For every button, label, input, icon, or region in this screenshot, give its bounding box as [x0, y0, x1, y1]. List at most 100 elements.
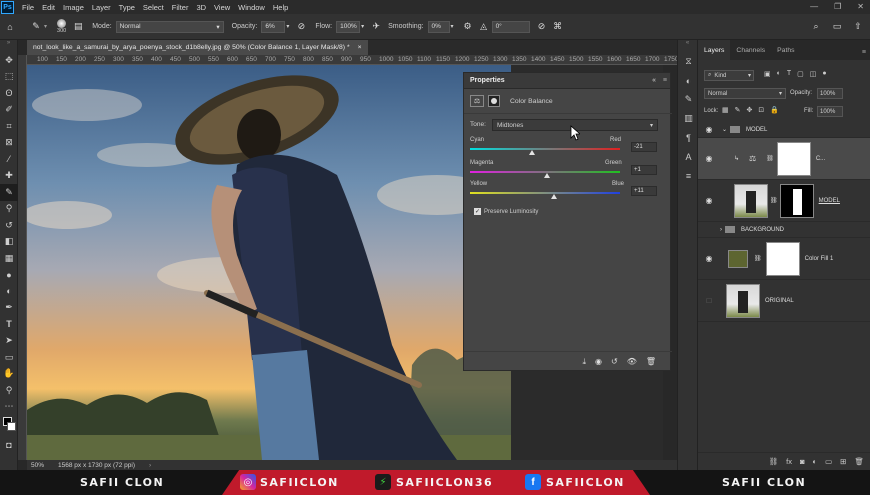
paragraph-icon[interactable]: ¶ — [678, 128, 699, 147]
background-color[interactable] — [7, 422, 16, 431]
gradient-icon[interactable]: ▦ — [0, 250, 18, 267]
crop-tool-icon[interactable]: ⌗ — [0, 118, 18, 135]
yellow-blue-track[interactable] — [470, 192, 620, 194]
minimize-icon[interactable]: — — [810, 2, 818, 11]
hand-tool-icon[interactable]: ✋ — [0, 366, 18, 383]
layer-row[interactable]: □ ORIGINAL — [698, 280, 870, 322]
history-icon[interactable]: ⧖ — [678, 52, 699, 71]
mask-icon[interactable] — [488, 95, 500, 107]
shape-filter-icon[interactable]: ▢ — [797, 70, 804, 78]
photoshop-logo[interactable]: Ps — [1, 0, 14, 14]
link-icon[interactable]: ⛓ — [770, 197, 778, 204]
adjustments-icon[interactable]: ◐ — [678, 71, 699, 90]
restore-icon[interactable]: ❐ — [834, 2, 841, 11]
artboard-icon[interactable]: ⊡ — [758, 106, 764, 114]
close-tab-icon[interactable]: × — [358, 44, 362, 51]
smart-object-filter-icon[interactable]: ◫ — [810, 70, 817, 78]
mask-thumbnail[interactable] — [779, 183, 814, 218]
flow-field[interactable]: 100% — [336, 20, 361, 33]
magenta-green-value[interactable]: +1 — [631, 165, 657, 175]
menu-window[interactable]: Window — [238, 3, 265, 12]
status-arrow-icon[interactable]: › — [149, 462, 151, 469]
properties-icon[interactable]: ≡ — [678, 166, 699, 185]
clone-stamp-icon[interactable]: ⚲ — [0, 201, 18, 218]
fx-icon[interactable]: fx — [786, 457, 792, 466]
yellow-blue-value[interactable]: +11 — [631, 186, 657, 196]
marquee-tool-icon[interactable]: ⬚ — [0, 69, 18, 86]
mask-thumbnail[interactable] — [776, 141, 811, 176]
home-icon[interactable]: ⌂ — [4, 21, 16, 33]
document-tab[interactable]: not_look_like_a_samurai_by_arya_poenya_s… — [27, 40, 368, 55]
zoom-tool-icon[interactable]: ⚲ — [0, 382, 18, 399]
color-swatches[interactable] — [0, 415, 17, 437]
reset-icon[interactable]: ↺ — [611, 357, 618, 366]
layer-row[interactable]: ◉ ⛓ MODEL — [698, 180, 870, 222]
add-mask-icon[interactable]: ◙ — [800, 457, 805, 466]
lock-all-icon[interactable]: 🔒 — [770, 106, 779, 114]
clip-to-layer-icon[interactable]: ⤓ — [582, 357, 586, 367]
quick-select-icon[interactable]: ✐ — [0, 102, 18, 119]
link-layers-icon[interactable]: ⛓ — [769, 457, 779, 466]
menu-layer[interactable]: Layer — [92, 3, 111, 12]
angle-icon[interactable]: ◬ — [478, 21, 490, 33]
tab-channels[interactable]: Channels — [730, 40, 771, 60]
smoothing-field[interactable]: 0% — [427, 20, 450, 33]
new-layer-icon[interactable]: ⊞ — [840, 457, 846, 466]
frame-tool-icon[interactable]: ⊠ — [0, 135, 18, 152]
menu-view[interactable]: View — [214, 3, 230, 12]
brush-tool-icon[interactable]: ✎ — [30, 21, 42, 33]
panel-menu-icon[interactable]: ≡ — [862, 49, 866, 56]
pen-tool-icon[interactable]: ✒ — [0, 300, 18, 317]
healing-brush-icon[interactable]: ✚ — [0, 168, 18, 185]
type-tool-icon[interactable]: T — [0, 316, 18, 333]
menu-filter[interactable]: Filter — [172, 3, 189, 12]
mode-select[interactable]: Normal ▾ — [115, 20, 224, 33]
quick-mask-icon[interactable]: ◘ — [0, 437, 18, 454]
link-icon[interactable]: ⛓ — [766, 155, 774, 162]
layer-row[interactable]: ◉ ↳ ⚖ ⛓ C... — [698, 138, 870, 180]
trash-icon[interactable]: 🗑 — [854, 457, 864, 466]
layer-row[interactable]: › BACKGROUND — [698, 222, 870, 238]
layer-row[interactable]: ◉ ⌄ MODEL — [698, 122, 870, 138]
expand-icon[interactable]: ⌄ — [722, 126, 727, 133]
view-previous-icon[interactable]: ◉ — [595, 357, 602, 366]
pixel-filter-icon[interactable]: ▣ — [764, 70, 771, 78]
menu-file[interactable]: File — [22, 3, 34, 12]
dropdown-arrow-icon[interactable]: ▾ — [44, 23, 47, 30]
move-tool-icon[interactable]: ✥ — [0, 52, 18, 69]
visibility-icon[interactable]: 👁 — [627, 357, 637, 366]
brush-preset-picker[interactable]: 300 — [57, 19, 66, 34]
brush-settings-icon[interactable]: ▤ — [72, 21, 84, 33]
cyan-red-knob[interactable] — [528, 150, 535, 155]
airbrush-icon[interactable]: ✈ — [370, 21, 382, 33]
cyan-red-track[interactable] — [470, 148, 620, 150]
workspace-icon[interactable]: ▭ — [831, 21, 843, 33]
eye-icon[interactable]: ◉ — [702, 154, 716, 163]
character-icon[interactable]: A — [678, 147, 699, 166]
dodge-icon[interactable]: ◐ — [0, 283, 18, 300]
expand-icon[interactable]: › — [720, 227, 722, 233]
eye-icon[interactable]: ◉ — [702, 254, 716, 263]
menu-3d[interactable]: 3D — [196, 3, 206, 12]
cyan-red-value[interactable]: -21 — [631, 142, 657, 152]
gear-icon[interactable]: ⚙ — [462, 21, 474, 33]
collapse-icon[interactable]: » — [0, 40, 17, 52]
type-filter-icon[interactable]: T — [787, 70, 791, 78]
menu-help[interactable]: Help — [273, 3, 288, 12]
eraser-icon[interactable]: ◧ — [0, 234, 18, 251]
more-tools-icon[interactable]: ⋯ — [0, 399, 18, 416]
magenta-green-knob[interactable] — [543, 173, 550, 178]
eye-hidden-icon[interactable]: □ — [702, 296, 716, 305]
kind-filter[interactable]: ⌕ Kind ▾ — [704, 70, 754, 81]
lock-position-icon[interactable]: ✥ — [747, 106, 753, 114]
document-image[interactable] — [27, 65, 511, 460]
blend-mode-select[interactable]: Normal ▾ — [704, 88, 786, 99]
filter-toggle-icon[interactable]: ● — [822, 70, 826, 78]
share-icon[interactable]: ⇧ — [852, 21, 864, 33]
link-icon[interactable]: ⛓ — [754, 255, 762, 262]
layer-thumbnail[interactable] — [734, 183, 768, 218]
chevron-down-icon[interactable]: ▾ — [451, 23, 454, 30]
adjustment-filter-icon[interactable]: ◐ — [777, 70, 781, 78]
brush-tool-icon[interactable]: ✎ — [0, 184, 18, 201]
pressure-size-icon[interactable]: ⊘ — [536, 21, 548, 33]
